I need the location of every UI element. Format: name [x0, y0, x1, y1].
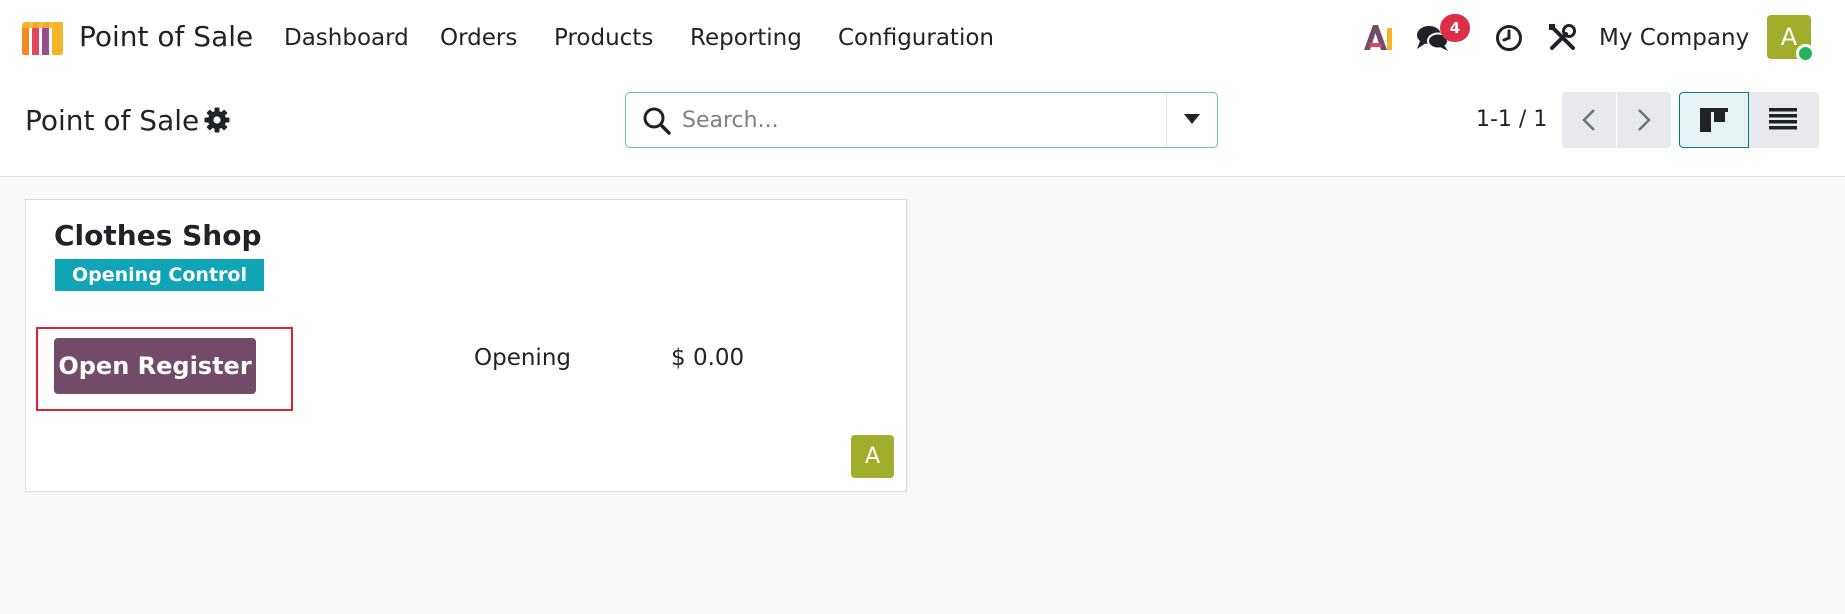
ai-icon[interactable]	[1362, 23, 1394, 51]
opening-label: Opening	[474, 345, 571, 371]
company-switcher[interactable]: My Company	[1599, 23, 1749, 53]
menu-dashboard[interactable]: Dashboard	[284, 23, 409, 53]
online-status-dot	[1796, 44, 1815, 63]
top-navbar: Point of Sale Dashboard Orders Products …	[0, 0, 1845, 75]
pos-config-card: Clothes Shop Opening Control Open Regist…	[25, 199, 907, 492]
list-view-button[interactable]	[1749, 92, 1819, 148]
kanban-view-icon	[1700, 108, 1728, 132]
gear-icon[interactable]	[204, 107, 230, 133]
menu-reporting[interactable]: Reporting	[690, 23, 802, 53]
menu-configuration[interactable]: Configuration	[838, 23, 994, 53]
app-name[interactable]: Point of Sale	[79, 19, 253, 55]
tools-icon[interactable]	[1548, 23, 1577, 52]
search-icon	[643, 107, 671, 135]
clock-icon[interactable]	[1495, 24, 1523, 52]
list-view-icon	[1769, 108, 1797, 130]
control-panel: Point of Sale 1-1 / 1	[0, 75, 1845, 177]
search-input[interactable]	[682, 94, 1162, 146]
menu-products[interactable]: Products	[554, 23, 653, 53]
search-options-toggle[interactable]	[1166, 93, 1218, 147]
responsible-user-avatar[interactable]: A	[851, 435, 894, 478]
menu-orders[interactable]: Orders	[440, 23, 517, 53]
open-register-button[interactable]: Open Register	[54, 338, 256, 394]
pager-value[interactable]: 1-1 / 1	[1476, 105, 1547, 135]
status-badge: Opening Control	[55, 259, 264, 291]
pager-previous-button[interactable]	[1562, 92, 1616, 148]
shop-name: Clothes Shop	[54, 219, 262, 252]
opening-amount: $ 0.00	[671, 345, 745, 371]
pos-app-logo-icon[interactable]	[20, 20, 65, 55]
pager-next-button[interactable]	[1617, 92, 1671, 148]
kanban-view-button[interactable]	[1679, 92, 1749, 148]
chevron-left-icon	[1582, 109, 1595, 131]
breadcrumb: Point of Sale	[25, 104, 200, 137]
messages-count-badge: 4	[1440, 14, 1470, 42]
search-bar	[625, 92, 1218, 148]
caret-down-icon	[1184, 114, 1200, 124]
chevron-right-icon	[1638, 109, 1651, 131]
